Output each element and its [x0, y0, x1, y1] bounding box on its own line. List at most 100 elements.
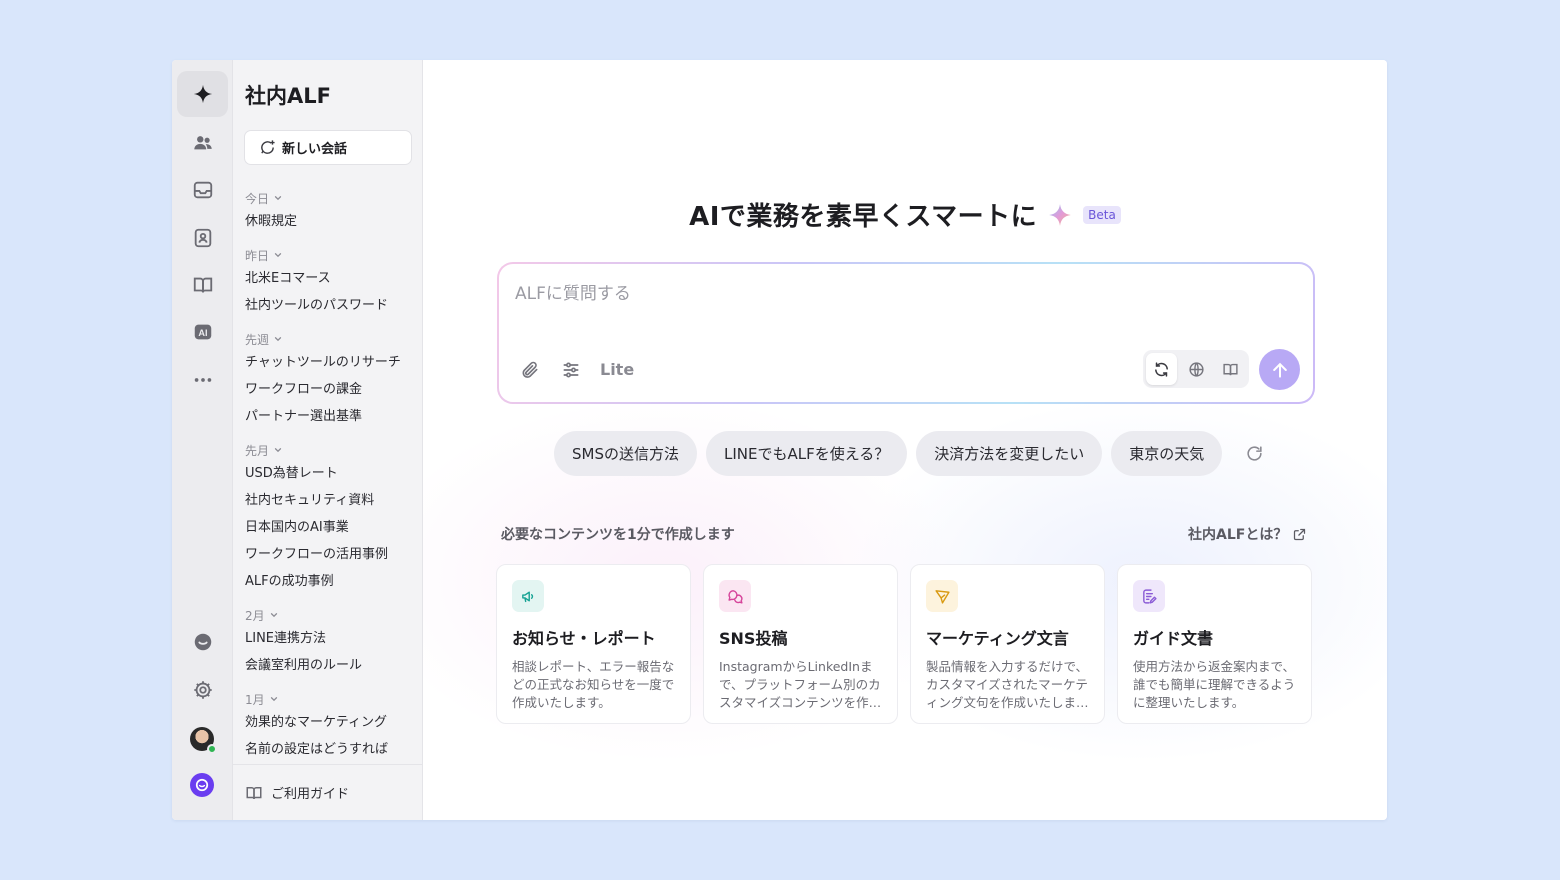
suggestion-chip[interactable]: SMSの送信方法 [554, 431, 697, 476]
history-item[interactable]: 社内セキュリティ資料 [245, 487, 421, 514]
rail-ai-assistant[interactable] [177, 71, 228, 117]
contacts-icon [194, 228, 211, 248]
chevron-down-icon [274, 448, 282, 453]
card-description: InstagramからLinkedInまで、プラットフォーム別のカスタマイズコン… [719, 659, 882, 710]
history-group-label[interactable]: 昨日 [245, 245, 421, 265]
rail-knowledge[interactable] [177, 262, 228, 308]
icon-rail: AI [172, 60, 233, 820]
rail-more[interactable] [177, 357, 228, 403]
rail-ai[interactable]: AI [177, 309, 228, 355]
book-icon [246, 786, 262, 799]
chevron-down-icon [274, 196, 282, 201]
svg-text:AI: AI [198, 328, 207, 338]
send-button[interactable] [1259, 349, 1300, 390]
template-cards: お知らせ・レポート 相談レポート、エラー報告などの正式なお知らせを一度で作成いたし… [496, 564, 1312, 724]
history-group-text: 昨日 [245, 248, 270, 263]
template-card[interactable]: マーケティング文言 製品情報を入力するだけで、カスタマイズされたマーケティング文句… [910, 564, 1105, 724]
rail-chat[interactable] [177, 619, 228, 665]
app-window: AI 社内ALF 新しい会話 今日休暇規定昨日北米Eコマース 社内ツールのパスワー… [172, 60, 1387, 820]
rail-inbox[interactable] [177, 167, 228, 213]
model-selector[interactable]: Lite [600, 360, 634, 379]
headline-text: AIで業務を素早くスマートに [689, 202, 1038, 232]
refresh-icon [1247, 446, 1262, 461]
card-title: お知らせ・レポート [512, 629, 656, 648]
history-group-label[interactable]: 先週 [245, 329, 421, 349]
sidebar-title: 社内ALF [245, 84, 331, 108]
ai-icon: AI [194, 324, 211, 340]
new-chat-button[interactable]: 新しい会話 [244, 130, 412, 165]
history-item[interactable]: 効果的なマーケティング [245, 709, 421, 736]
refresh-suggestions-button[interactable] [1245, 444, 1264, 463]
history-group-label[interactable]: 2月 [245, 605, 421, 625]
about-link-label: 社内ALFとは？ [1188, 527, 1288, 543]
history-group-text: 今日 [245, 191, 270, 206]
card-icon-badge [512, 580, 544, 612]
sparkle-icon [193, 84, 212, 104]
suggestion-chip[interactable]: LINEでもALFを使える？ [706, 431, 908, 476]
gear-icon [193, 681, 212, 699]
rail-contacts[interactable] [177, 215, 228, 261]
template-card[interactable]: お知らせ・レポート 相談レポート、エラー報告などの正式なお知らせを一度で作成いたし… [496, 564, 691, 724]
document-edit-icon [1142, 588, 1157, 604]
globe-icon [1188, 361, 1204, 377]
card-title: マーケティング文言 [926, 629, 1069, 648]
template-card[interactable]: ガイド文書 使用方法から返金案内まで、誰でも簡単に理解できるように整理いたします。 [1117, 564, 1312, 724]
sliders-icon [563, 362, 579, 378]
main-panel: AIで業務を素早くスマートに Beta Lite [423, 60, 1387, 820]
chevron-down-icon [274, 337, 282, 342]
card-icon-badge [719, 580, 751, 612]
suggestion-chip[interactable]: 決済方法を変更したい [916, 431, 1103, 476]
history-item[interactable]: パートナー選出基準 [245, 403, 421, 430]
history-item[interactable]: ワークフローの活用事例 [245, 541, 421, 568]
history-group-label[interactable]: 1月 [245, 689, 421, 709]
guide-link[interactable]: ご利用ガイド [233, 764, 423, 820]
attach-button[interactable] [520, 360, 540, 380]
new-chat-label: 新しい会話 [282, 142, 348, 157]
history-group-text: 先週 [245, 332, 270, 347]
mode-knowledge-button[interactable] [1215, 353, 1246, 385]
history-item[interactable]: 社内ツールのパスワード [245, 292, 421, 319]
history-group-label[interactable]: 先月 [245, 440, 421, 460]
history-group-label[interactable]: 今日 [245, 188, 421, 208]
suggestion-chips: SMSの送信方法 LINEでもALFを使える？ 決済方法を変更したい 東京の天気 [554, 431, 1264, 476]
more-icon [194, 378, 211, 382]
prompt-input[interactable] [515, 284, 1275, 304]
history-item[interactable]: LINE連携方法 [245, 625, 421, 652]
history-group-text: 1月 [245, 692, 265, 707]
rail-team[interactable] [177, 120, 228, 166]
history-item[interactable]: USD為替レート [245, 460, 421, 487]
online-status-dot [207, 744, 217, 754]
history-item[interactable]: 休暇規定 [245, 208, 421, 235]
inbox-icon [193, 181, 212, 199]
headline: AIで業務を素早くスマートに Beta [423, 196, 1387, 233]
conversation-sidebar: 社内ALF 新しい会話 今日休暇規定昨日北米Eコマース 社内ツールのパスワード先週… [233, 60, 423, 820]
refresh-icon [1154, 361, 1168, 377]
app-logo[interactable] [190, 773, 214, 797]
avatar[interactable] [190, 727, 217, 754]
about-link[interactable]: 社内ALFとは？ [1188, 524, 1307, 544]
history-item[interactable]: チャットツールのリサーチ [245, 349, 421, 376]
history-item[interactable]: 会議室利用のルール [245, 652, 421, 679]
history-item[interactable]: 名前の設定はどうすれば [245, 736, 421, 760]
template-card[interactable]: SNS投稿 InstagramからLinkedInまで、プラットフォーム別のカスタ… [703, 564, 898, 724]
history-item[interactable]: 日本国内のAI事業 [245, 514, 421, 541]
history-item[interactable]: ALFの成功事例 [245, 568, 421, 595]
history-group-text: 先月 [245, 443, 270, 458]
settings-sliders-button[interactable] [561, 360, 581, 380]
history-item[interactable]: 北米Eコマース [245, 265, 421, 292]
card-icon-badge [926, 580, 958, 612]
book-icon [193, 277, 212, 293]
send-icon [934, 589, 950, 604]
channel-logo-icon [195, 778, 209, 792]
rail-settings[interactable] [177, 667, 228, 713]
history-item[interactable]: ワークフローの課金 [245, 376, 421, 403]
chevron-down-icon [270, 697, 277, 702]
chat-bubble-icon [194, 633, 211, 651]
external-link-icon [1294, 528, 1306, 540]
mode-auto-button[interactable] [1146, 353, 1177, 385]
source-mode-group [1143, 350, 1249, 388]
suggestion-chip[interactable]: 東京の天気 [1111, 431, 1223, 476]
book-icon [1223, 363, 1238, 375]
mode-web-button[interactable] [1181, 353, 1212, 385]
section-title: 必要なコンテンツを1分で作成します [501, 527, 735, 543]
